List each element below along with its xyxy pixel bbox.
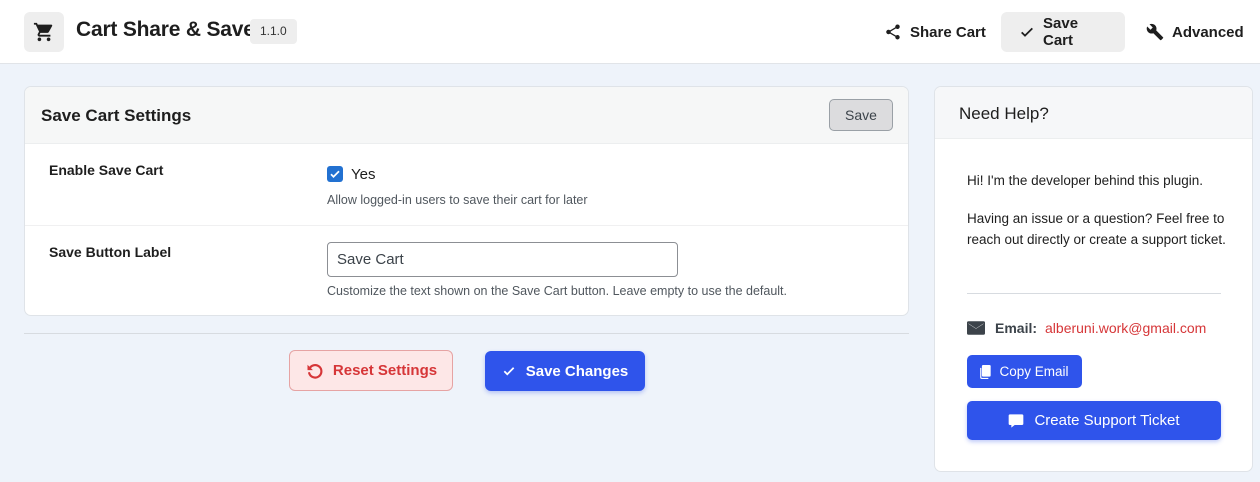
copy-email-label: Copy Email: [999, 364, 1069, 379]
nav-share-cart[interactable]: Share Cart: [866, 12, 1004, 52]
nav-advanced[interactable]: Advanced: [1128, 12, 1260, 52]
help-body: Having an issue or a question? Feel free…: [967, 211, 1226, 247]
help-intro: Hi! I'm the developer behind this plugin…: [967, 173, 1203, 188]
reset-settings-label: Reset Settings: [332, 362, 438, 379]
copy-email-button[interactable]: Copy Email: [967, 355, 1082, 388]
save-button-label-label: Save Button Label: [49, 244, 172, 260]
settings-title: Save Cart Settings: [41, 106, 192, 125]
comment-icon: [1009, 413, 1024, 428]
save-changes-button[interactable]: Save Changes: [485, 351, 645, 391]
share-icon: [886, 24, 900, 40]
save-button-label-input[interactable]: [327, 242, 678, 277]
create-support-ticket-label: Create Support Ticket: [1034, 412, 1180, 429]
copy-icon: [980, 364, 992, 379]
wrench-icon: [1146, 23, 1164, 41]
enable-checkbox-label[interactable]: Yes: [351, 166, 375, 183]
save-button-label-row: Save Button Label Customize the text sho…: [25, 226, 908, 315]
settings-card-header: Save Cart Settings Save: [25, 87, 908, 144]
enable-description: Allow logged-in users to save their cart…: [327, 193, 588, 207]
nav-advanced-label: Advanced: [1172, 23, 1244, 41]
nav-share-label: Share Cart: [910, 23, 986, 41]
envelope-icon: [967, 321, 985, 335]
actions-divider: [24, 333, 909, 334]
help-panel: Need Help? Hi! I'm the developer behind …: [934, 86, 1253, 472]
version-badge: 1.1.0: [250, 19, 297, 44]
checkmark-icon: [330, 170, 340, 178]
help-divider: [967, 293, 1221, 294]
enable-save-cart-label: Enable Save Cart: [49, 162, 164, 178]
reset-settings-button[interactable]: Reset Settings: [289, 350, 453, 391]
cart-icon: [24, 12, 64, 52]
email-label: Email:: [995, 320, 1038, 336]
check-icon: [503, 367, 515, 376]
nav-save-label: Save Cart: [1043, 15, 1079, 49]
app-title: Cart Share & Save: [76, 18, 255, 41]
header-save-button[interactable]: Save: [829, 99, 893, 131]
top-bar: Cart Share & Save 1.1.0 Share Cart Save …: [0, 0, 1260, 64]
help-title: Need Help?: [959, 104, 1049, 123]
check-icon: [1021, 27, 1033, 37]
create-support-ticket-button[interactable]: Create Support Ticket: [967, 401, 1221, 440]
nav-save-cart[interactable]: Save Cart: [1001, 12, 1125, 52]
enable-save-cart-row: Enable Save Cart Yes Allow logged-in use…: [25, 144, 908, 226]
enable-save-cart-checkbox[interactable]: [327, 166, 343, 182]
save-changes-label: Save Changes: [525, 362, 629, 380]
reset-icon: [307, 363, 323, 379]
email-row: Email: alberuni.work@gmail.com: [967, 320, 1206, 336]
settings-card: Save Cart Settings Save Enable Save Cart…: [24, 86, 909, 316]
email-address[interactable]: alberuni.work@gmail.com: [1045, 320, 1206, 336]
save-button-label-description: Customize the text shown on the Save Car…: [327, 284, 787, 298]
help-header: Need Help?: [935, 87, 1252, 139]
